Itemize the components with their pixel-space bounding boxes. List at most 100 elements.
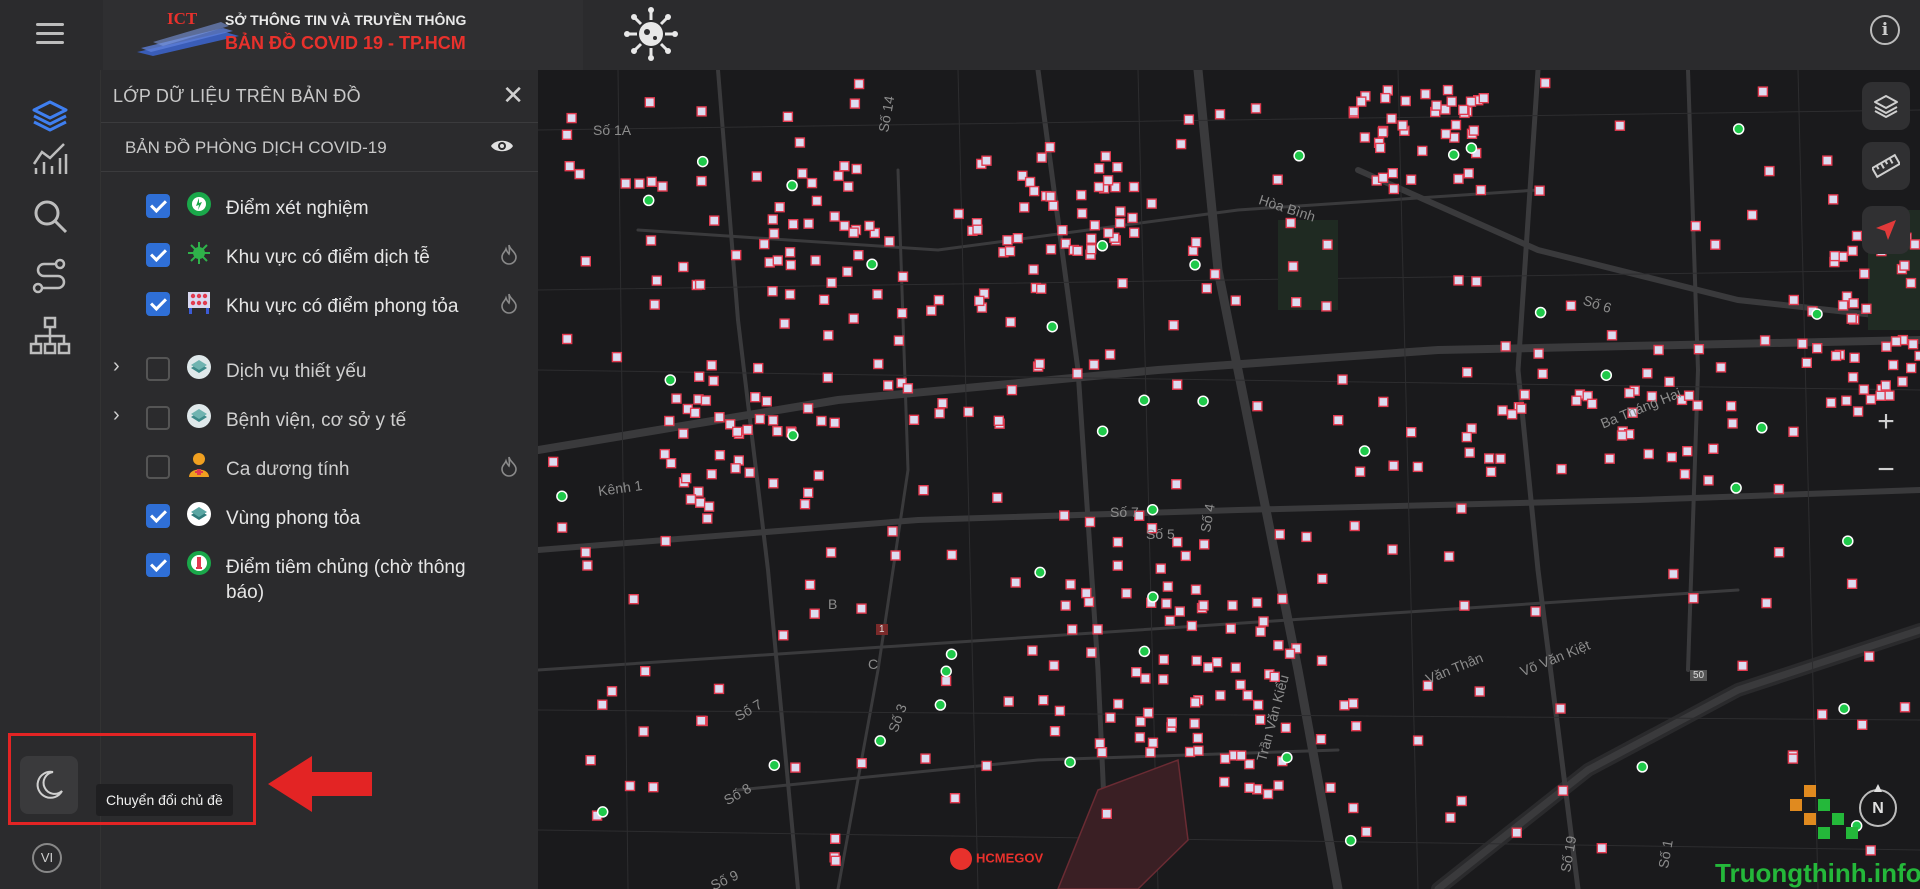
test-point-marker[interactable]: [1730, 482, 1742, 494]
test-point-marker[interactable]: [874, 735, 886, 747]
lockdown-marker[interactable]: [1516, 403, 1527, 414]
lockdown-marker[interactable]: [1710, 239, 1721, 250]
lockdown-marker[interactable]: [1446, 96, 1457, 107]
lockdown-marker[interactable]: [767, 214, 779, 225]
lockdown-marker[interactable]: [1400, 95, 1411, 107]
lockdown-marker[interactable]: [696, 106, 707, 117]
lockdown-marker[interactable]: [1614, 120, 1626, 131]
lockdown-marker[interactable]: [856, 603, 867, 614]
lockdown-marker[interactable]: [659, 448, 671, 460]
lockdown-marker[interactable]: [1380, 92, 1391, 104]
lockdown-marker[interactable]: [1255, 626, 1266, 637]
lockdown-marker[interactable]: [1907, 339, 1919, 350]
test-point-marker[interactable]: [1034, 566, 1046, 579]
lockdown-marker[interactable]: [1029, 185, 1040, 197]
lockdown-marker[interactable]: [702, 513, 713, 524]
layer-checkbox[interactable]: [146, 292, 170, 316]
lockdown-marker[interactable]: [1759, 335, 1771, 346]
lockdown-marker[interactable]: [1679, 468, 1691, 480]
lockdown-marker[interactable]: [816, 415, 827, 427]
lockdown-marker[interactable]: [926, 305, 937, 316]
lockdown-marker[interactable]: [1158, 654, 1169, 665]
lockdown-marker[interactable]: [1596, 843, 1608, 854]
lockdown-marker[interactable]: [884, 236, 895, 247]
lockdown-marker[interactable]: [1190, 237, 1202, 248]
lockdown-marker[interactable]: [1495, 453, 1506, 464]
lockdown-marker[interactable]: [696, 175, 707, 187]
lockdown-marker[interactable]: [1115, 206, 1126, 217]
lockdown-marker[interactable]: [1230, 662, 1241, 673]
lockdown-marker[interactable]: [1044, 141, 1056, 153]
lockdown-marker[interactable]: [829, 211, 840, 222]
lockdown-marker[interactable]: [580, 547, 591, 558]
lockdown-marker[interactable]: [1557, 785, 1569, 796]
lockdown-marker[interactable]: [1146, 198, 1157, 209]
lockdown-marker[interactable]: [1128, 181, 1140, 193]
test-point-marker[interactable]: [1138, 394, 1150, 406]
lockdown-marker[interactable]: [562, 333, 573, 345]
lockdown-marker[interactable]: [768, 228, 780, 239]
lockdown-marker[interactable]: [1604, 453, 1615, 464]
lockdown-marker[interactable]: [1565, 300, 1577, 311]
lockdown-marker[interactable]: [696, 715, 707, 726]
lockdown-marker[interactable]: [1131, 667, 1142, 678]
lockdown-marker[interactable]: [645, 235, 657, 246]
test-point-marker[interactable]: [1096, 240, 1109, 252]
lockdown-marker[interactable]: [1847, 245, 1858, 257]
lockdown-marker[interactable]: [853, 249, 864, 261]
lockdown-marker[interactable]: [1397, 120, 1408, 131]
lockdown-marker[interactable]: [1219, 776, 1230, 788]
test-point-marker[interactable]: [1756, 422, 1768, 434]
test-point-marker[interactable]: [1811, 308, 1823, 320]
lockdown-marker[interactable]: [1825, 397, 1837, 408]
lockdown-marker[interactable]: [1198, 600, 1209, 611]
lockdown-marker[interactable]: [1459, 600, 1470, 611]
lockdown-marker[interactable]: [1065, 579, 1076, 590]
test-point-marker[interactable]: [1600, 369, 1613, 381]
lockdown-marker[interactable]: [1285, 217, 1296, 229]
lockdown-marker[interactable]: [949, 793, 961, 804]
lockdown-marker[interactable]: [1274, 529, 1285, 540]
lockdown-marker[interactable]: [706, 360, 717, 371]
lockdown-marker[interactable]: [1199, 539, 1210, 550]
lockdown-marker[interactable]: [785, 259, 797, 271]
lockdown-marker[interactable]: [703, 501, 715, 512]
lockdown-marker[interactable]: [582, 560, 593, 571]
lockdown-marker[interactable]: [624, 780, 636, 792]
lockdown-marker[interactable]: [1356, 96, 1367, 107]
lockdown-marker[interactable]: [566, 112, 577, 124]
lockdown-marker[interactable]: [657, 181, 668, 192]
lockdown-marker[interactable]: [1158, 674, 1169, 685]
lockdown-marker[interactable]: [767, 286, 778, 297]
lockdown-marker[interactable]: [1235, 679, 1246, 690]
eye-icon[interactable]: [490, 137, 514, 155]
test-point-marker[interactable]: [1146, 503, 1159, 516]
lockdown-marker[interactable]: [1012, 232, 1024, 244]
lockdown-marker[interactable]: [1190, 697, 1201, 708]
lockdown-marker[interactable]: [1887, 359, 1899, 371]
layer-checkbox[interactable]: [146, 194, 170, 218]
heatmap-icon[interactable]: [500, 455, 518, 477]
lockdown-marker[interactable]: [1848, 298, 1859, 309]
lockdown-marker[interactable]: [1236, 750, 1247, 761]
lockdown-marker[interactable]: [700, 395, 712, 406]
lockdown-marker[interactable]: [1175, 138, 1187, 150]
test-point-marker[interactable]: [1465, 142, 1478, 154]
lockdown-marker[interactable]: [1905, 277, 1917, 289]
lockdown-marker[interactable]: [1253, 699, 1264, 711]
lockdown-marker[interactable]: [897, 271, 909, 282]
lockdown-marker[interactable]: [1642, 368, 1653, 379]
lockdown-marker[interactable]: [1692, 400, 1703, 411]
lockdown-marker[interactable]: [1377, 172, 1389, 184]
lockdown-marker[interactable]: [1114, 217, 1126, 229]
lockdown-marker[interactable]: [963, 406, 974, 418]
lockdown-marker[interactable]: [660, 535, 671, 547]
lockdown-marker[interactable]: [1180, 550, 1191, 562]
lockdown-marker[interactable]: [744, 467, 755, 478]
lockdown-marker[interactable]: [1244, 782, 1255, 793]
lockdown-marker[interactable]: [1010, 577, 1021, 588]
lockdown-marker[interactable]: [1203, 662, 1214, 673]
lockdown-marker[interactable]: [1183, 114, 1195, 125]
lockdown-marker[interactable]: [992, 492, 1003, 503]
lockdown-marker[interactable]: [1914, 350, 1920, 362]
